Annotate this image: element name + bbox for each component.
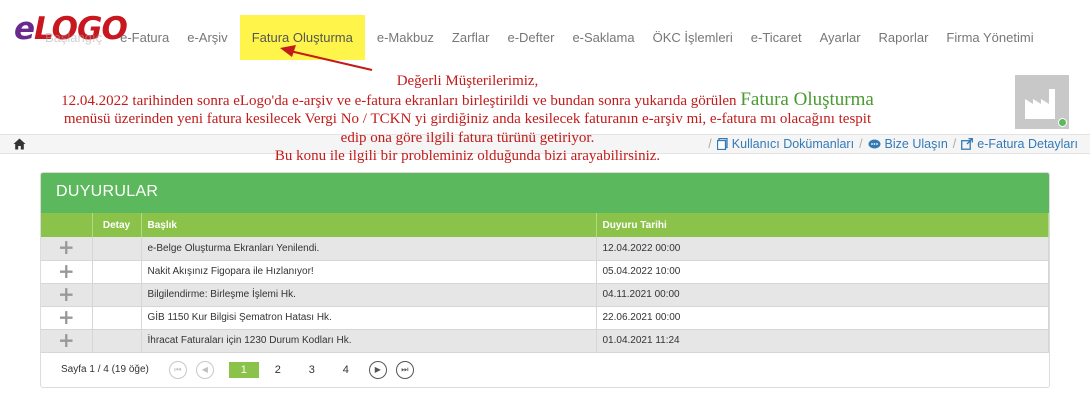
notice-closing: Bu konu ile ilgili bir probleminiz olduğ… [274,148,661,164]
announcements-table: Detay Başlık Duyuru Tarihi + e-Belge Olu… [41,213,1049,353]
expand-plus-icon[interactable]: + [41,304,93,330]
row-date: 01.04.2021 11:24 [596,329,1049,353]
page-1-button[interactable]: 1 [228,361,259,378]
table-row[interactable]: + e-Belge Oluşturma Ekranları Yenilendi.… [41,235,1049,261]
plus-glyph: + [57,258,75,283]
notice-body: 12.04.2022 tarihinden sonra eLogo'da e-a… [50,88,885,148]
expand-plus-icon[interactable]: + [41,258,93,284]
detail-cell [92,237,142,261]
next-page-button[interactable]: ▶ [368,360,387,379]
page-4-button[interactable]: 4 [331,362,361,378]
row-date: 05.04.2022 10:00 [596,260,1049,284]
status-dot [1058,118,1067,127]
column-duyuru-tarihi[interactable]: Duyuru Tarihi [596,213,1049,237]
table-row[interactable]: + Bilgilendirme: Birleşme İşlemi Hk. 04.… [41,281,1049,307]
table-row[interactable]: + Nakit Akışınız Figopara ile Hızlanıyor… [41,258,1049,284]
detail-cell [92,329,142,353]
announcement-notice: Değerli Müşterilerimiz, 12.04.2022 tarih… [50,72,885,166]
link-e-fatura-detaylari[interactable]: e-Fatura Detayları [961,137,1078,151]
nav-item-e-fatura[interactable]: e-Fatura [111,15,178,60]
nav-item-zarflar[interactable]: Zarflar [443,15,499,60]
expand-plus-icon[interactable]: + [41,327,93,353]
nav-item-okc-islemleri[interactable]: ÖKC İşlemleri [644,15,742,60]
nav-item-fatura-olusturma[interactable]: Fatura Oluşturma [239,15,365,60]
row-date: 12.04.2022 00:00 [596,237,1049,261]
nav-item-e-defter[interactable]: e-Defter [498,15,563,60]
row-date: 22.06.2021 00:00 [596,306,1049,330]
pager-info: Sayfa 1 / 4 (19 öğe) [61,364,149,375]
nav-item-e-ticaret[interactable]: e-Ticaret [742,15,811,60]
page-2-button[interactable]: 2 [263,362,293,378]
pager: Sayfa 1 / 4 (19 öğe) ⏮ ◀ 1 2 3 4 ▶ ⏭ [41,353,1049,387]
expand-plus-icon[interactable]: + [41,281,93,307]
prev-page-button[interactable]: ◀ [195,360,214,379]
notice-body-part2: menüsü üzerinden yeni fatura kesilecek V… [63,111,872,146]
table-row[interactable]: + İhracat Faturaları için 1230 Durum Kod… [41,327,1049,353]
nav-item-baslangic[interactable]: Başlangıç [36,15,111,60]
nav-item-e-makbuz[interactable]: e-Makbuz [368,15,443,60]
row-title: Bilgilendirme: Birleşme İşlemi Hk. [141,283,597,307]
detail-cell [92,306,142,330]
factory-icon[interactable] [1015,75,1069,129]
nav-item-e-saklama[interactable]: e-Saklama [563,15,643,60]
link-label: Bize Ulaşın [884,137,948,151]
row-title: Nakit Akışınız Figopara ile Hızlanıyor! [141,260,597,284]
column-expand [41,213,93,237]
announcements-panel: DUYURULAR Detay Başlık Duyuru Tarihi + e… [40,172,1050,388]
breadcrumb-separator: / [952,137,957,151]
panel-title: DUYURULAR [41,173,1049,213]
nav-item-raporlar[interactable]: Raporlar [870,15,938,60]
nav-item-ayarlar[interactable]: Ayarlar [811,15,870,60]
first-page-button[interactable]: ⏮ [168,360,187,379]
expand-plus-icon[interactable]: + [41,235,93,261]
table-row[interactable]: + GİB 1150 Kur Bilgisi Şematron Hatası H… [41,304,1049,330]
external-link-icon [961,138,974,150]
column-detay[interactable]: Detay [92,213,142,237]
plus-glyph: + [57,281,75,306]
column-baslik[interactable]: Başlık [141,213,597,237]
home-icon[interactable] [13,138,26,150]
nav-item-e-arsiv[interactable]: e-Arşiv [178,15,236,60]
notice-body-part1: 12.04.2022 tarihinden sonra eLogo'da e-a… [61,92,741,109]
detail-cell [92,260,142,284]
plus-glyph: + [57,235,75,260]
notice-highlight: Fatura Oluşturma [740,88,874,110]
main-nav: Başlangıç e-Fatura e-Arşiv Fatura Oluştu… [36,15,1043,60]
nav-item-firma-yonetimi[interactable]: Firma Yönetimi [937,15,1042,60]
row-title: İhracat Faturaları için 1230 Durum Kodla… [141,329,597,353]
plus-glyph: + [57,304,75,329]
row-date: 04.11.2021 00:00 [596,283,1049,307]
table-header-row: Detay Başlık Duyuru Tarihi [41,213,1049,237]
logo-e: e [14,11,35,47]
link-label: e-Fatura Detayları [977,137,1078,151]
page-3-button[interactable]: 3 [297,362,327,378]
row-title: GİB 1150 Kur Bilgisi Şematron Hatası Hk. [141,306,597,330]
detail-cell [92,283,142,307]
row-title: e-Belge Oluşturma Ekranları Yenilendi. [141,237,597,261]
last-page-button[interactable]: ⏭ [395,360,414,379]
plus-glyph: + [57,327,75,352]
